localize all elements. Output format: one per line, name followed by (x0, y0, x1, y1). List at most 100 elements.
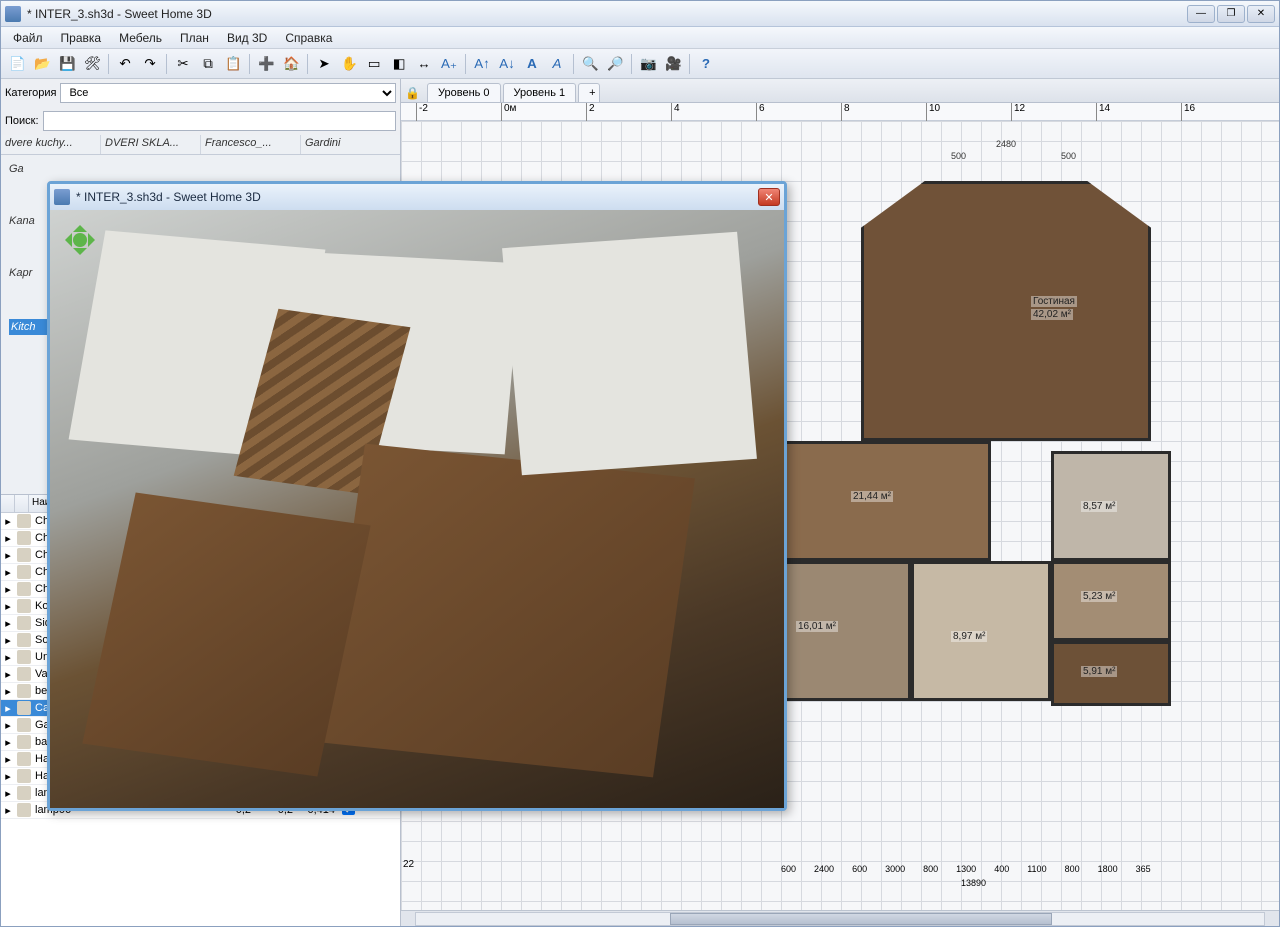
text-bold-icon: A (524, 56, 540, 72)
text-italic-button[interactable]: A (545, 52, 569, 76)
tab-add[interactable]: + (578, 83, 600, 102)
select-tool[interactable]: ➤ (312, 52, 336, 76)
expand-icon[interactable]: ▸ (1, 668, 15, 681)
pan-tool[interactable]: ✋ (337, 52, 361, 76)
help-button[interactable]: ? (694, 52, 718, 76)
item-icon (17, 803, 31, 817)
nav-up-icon[interactable] (73, 218, 87, 232)
redo-button[interactable]: ↷ (138, 52, 162, 76)
dimension: 1800 (1098, 864, 1118, 874)
scroll-track[interactable] (415, 912, 1265, 926)
view3d-window[interactable]: * INTER_3.sh3d - Sweet Home 3D ✕ (47, 181, 787, 811)
expand-icon[interactable]: ▸ (1, 804, 15, 817)
text-bigger-icon: A↑ (474, 56, 490, 72)
view3d-viewport[interactable] (50, 210, 784, 808)
expand-icon[interactable]: ▸ (1, 634, 15, 647)
wall-tool[interactable]: ▭ (362, 52, 386, 76)
expand-icon[interactable]: ▸ (1, 770, 15, 783)
expand-icon[interactable]: ▸ (1, 515, 15, 528)
tab-level-0[interactable]: Уровень 0 (427, 83, 501, 102)
expand-icon[interactable]: ▸ (1, 753, 15, 766)
dimension-tool[interactable]: ↔ (412, 52, 436, 76)
category-select[interactable]: Все (60, 83, 396, 103)
expand-icon[interactable]: ▸ (1, 685, 15, 698)
expand-icon[interactable]: ▸ (1, 736, 15, 749)
item-icon (17, 531, 31, 545)
expand-icon[interactable]: ▸ (1, 617, 15, 630)
save-button[interactable]: 💾 (55, 52, 79, 76)
photo-button[interactable]: 📷 (636, 52, 660, 76)
minimize-button[interactable]: — (1187, 5, 1215, 23)
close-button[interactable]: ✕ (1247, 5, 1275, 23)
horizontal-scrollbar[interactable] (401, 910, 1279, 926)
room-area: 5,23 м² (1081, 591, 1117, 602)
expand-icon[interactable]: ▸ (1, 651, 15, 664)
text-icon: A₊ (441, 56, 457, 72)
app-icon (54, 189, 70, 205)
expand-icon[interactable]: ▸ (1, 702, 15, 715)
zoom-out-icon: 🔎 (607, 56, 623, 72)
catalog-col: Francesco_... (201, 135, 301, 154)
new-button[interactable]: 📄 (5, 52, 29, 76)
separator (108, 54, 109, 74)
cut-button[interactable]: ✂ (171, 52, 195, 76)
import-button[interactable]: 🏠 (279, 52, 303, 76)
add-furniture-button[interactable]: ➕ (254, 52, 278, 76)
undo-button[interactable]: ↶ (113, 52, 137, 76)
room-living[interactable] (861, 181, 1151, 441)
expand-icon[interactable]: ▸ (1, 566, 15, 579)
select-icon: ➤ (316, 56, 332, 72)
dimensions-bottom: 600 2400 600 3000 800 1300 400 1100 800 … (781, 864, 1151, 874)
menu-plan[interactable]: План (172, 29, 217, 47)
category-label: Категория (5, 87, 56, 99)
scroll-thumb[interactable] (670, 913, 1052, 925)
dimension: 3000 (885, 864, 905, 874)
catalog-row[interactable]: Ga (9, 163, 392, 175)
paste-button[interactable]: 📋 (221, 52, 245, 76)
copy-button[interactable]: ⧉ (196, 52, 220, 76)
prefs-button[interactable]: 🛠 (80, 52, 104, 76)
text-smaller-button[interactable]: A↓ (495, 52, 519, 76)
expand-icon[interactable]: ▸ (1, 600, 15, 613)
zoom-in-button[interactable]: 🔍 (578, 52, 602, 76)
expand-icon[interactable]: ▸ (1, 583, 15, 596)
text-tool[interactable]: A₊ (437, 52, 461, 76)
video-button[interactable]: 🎥 (661, 52, 685, 76)
text-bigger-button[interactable]: A↑ (470, 52, 494, 76)
expand-icon[interactable]: ▸ (1, 719, 15, 732)
open-button[interactable]: 📂 (30, 52, 54, 76)
nav-center-icon[interactable] (73, 233, 87, 247)
tab-level-1[interactable]: Уровень 1 (503, 83, 577, 102)
nav-compass[interactable] (58, 218, 102, 262)
item-icon (17, 650, 31, 664)
nav-right-icon[interactable] (88, 233, 102, 247)
category-row: Категория Все (1, 79, 400, 107)
nav-left-icon[interactable] (58, 233, 72, 247)
dimension: 600 (781, 864, 796, 874)
search-input[interactable] (43, 111, 396, 131)
expand-icon[interactable]: ▸ (1, 549, 15, 562)
room-tool[interactable]: ◧ (387, 52, 411, 76)
ruler-tick: 4 (671, 103, 680, 121)
maximize-button[interactable]: ❐ (1217, 5, 1245, 23)
dimension: 500 (951, 151, 966, 161)
zoom-out-button[interactable]: 🔎 (603, 52, 627, 76)
room-area: 21,44 м² (851, 491, 893, 502)
expand-icon[interactable]: ▸ (1, 532, 15, 545)
menu-file[interactable]: Файл (5, 29, 51, 47)
nav-down-icon[interactable] (73, 248, 87, 262)
level-tabs: 🔒 Уровень 0 Уровень 1 + (401, 79, 1279, 103)
lock-icon[interactable]: 🔒 (405, 86, 421, 102)
menu-furniture[interactable]: Мебель (111, 29, 170, 47)
expand-icon[interactable]: ▸ (1, 787, 15, 800)
text-italic-icon: A (549, 56, 565, 72)
text-bold-button[interactable]: A (520, 52, 544, 76)
video-icon: 🎥 (665, 56, 681, 72)
view3d-close-button[interactable]: ✕ (758, 188, 780, 206)
catalog-col: DVERI SKLA... (101, 135, 201, 154)
menu-edit[interactable]: Правка (53, 29, 110, 47)
item-icon (17, 565, 31, 579)
menu-help[interactable]: Справка (277, 29, 340, 47)
view3d-titlebar[interactable]: * INTER_3.sh3d - Sweet Home 3D ✕ (50, 184, 784, 210)
menu-view3d[interactable]: Вид 3D (219, 29, 275, 47)
